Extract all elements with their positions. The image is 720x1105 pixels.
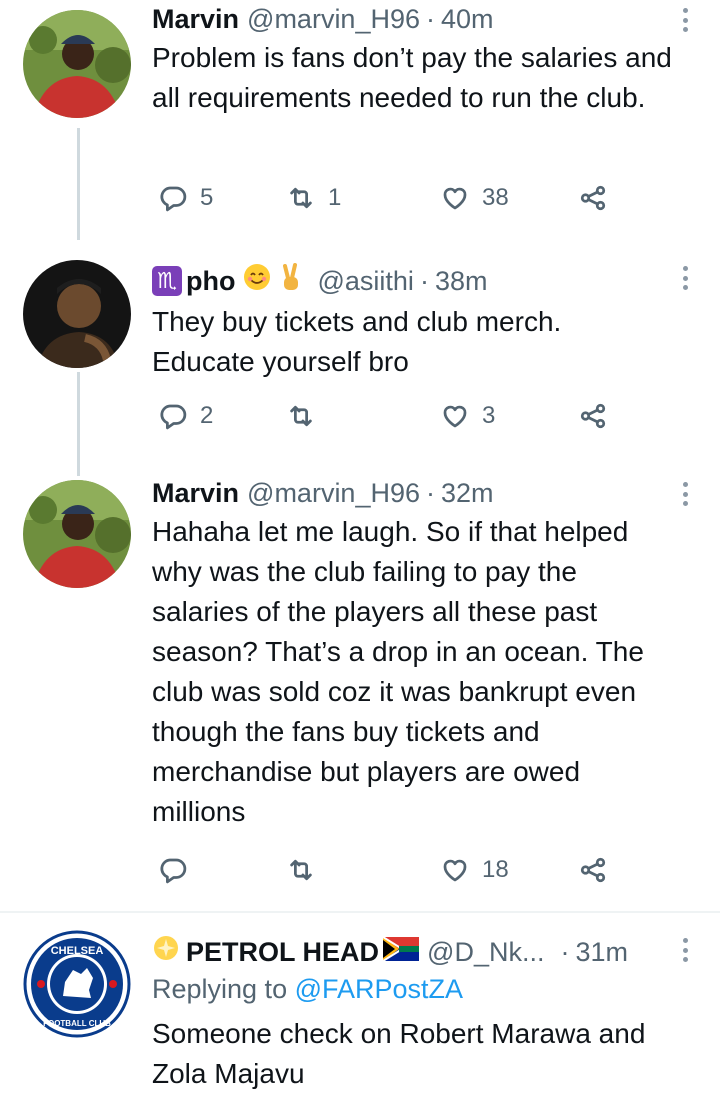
like-button[interactable]: 3 [440,398,495,434]
username[interactable]: @asiithi [317,264,413,298]
like-button[interactable]: 18 [440,852,509,888]
display-name[interactable]: Marvin [152,2,239,36]
tweet-text: Someone check on Robert Marawa and Zola … [152,1018,646,1089]
separator: · [560,937,570,967]
separator: · [419,266,429,296]
avatar[interactable] [23,10,131,118]
retweet-icon [290,405,312,427]
tweet[interactable]: CHELSEA FOOTBALL CLUB PETROL HEAD @D_Nk.… [0,920,720,1105]
reply-button[interactable] [158,852,200,888]
separator: · [426,4,435,34]
like-button[interactable]: 38 [440,180,509,216]
reply-icon [160,858,187,884]
timestamp[interactable]: 38m [435,264,488,298]
like-count: 3 [482,402,496,429]
like-icon [443,405,467,428]
victory-hand-icon [279,262,303,300]
like-icon [443,859,467,882]
like-count: 18 [482,856,509,883]
reply-button[interactable]: 5 [158,180,213,216]
avatar[interactable] [23,260,131,368]
like-icon [443,187,467,210]
more-icon[interactable] [682,8,688,32]
retweet-icon [290,859,312,881]
replying-to-link[interactable]: @FARPostZA [295,974,463,1004]
sparkle-icon [152,934,180,970]
reply-count: 2 [200,402,214,429]
share-button[interactable] [578,180,608,216]
reply-icon [160,186,187,212]
retweet-button[interactable] [286,852,328,888]
separator: · [426,478,435,508]
reply-button[interactable]: 2 [158,398,213,434]
tweet[interactable]: Marvin @marvin_H96 · 40m Problem is fans… [0,0,720,240]
south-africa-flag-icon [382,935,421,969]
retweet-icon [290,187,312,209]
like-count: 38 [482,184,509,211]
zodiac-symbol: ♏ [152,266,182,296]
svg-text:FOOTBALL CLUB: FOOTBALL CLUB [43,1019,111,1028]
username[interactable]: @marvin_H96 [247,2,420,36]
more-icon[interactable] [682,938,688,962]
retweet-button[interactable] [286,398,328,434]
timestamp[interactable]: 32m [441,476,494,510]
avatar[interactable] [23,480,131,588]
reply-count: 5 [200,184,214,211]
tweet[interactable]: Marvin @marvin_H96 · 32m Hahaha let me l… [0,476,720,906]
tweet-text: Problem is fans don’t pay the salaries a… [152,42,672,113]
timestamp[interactable]: 31m [575,935,628,969]
share-icon [580,403,606,429]
display-name[interactable]: pho [186,264,235,298]
more-icon[interactable] [682,482,688,506]
display-name[interactable]: Marvin [152,476,239,510]
more-icon[interactable] [682,266,688,290]
timestamp[interactable]: 40m [441,2,494,36]
smiling-face-icon [243,263,271,299]
tweet-text: They buy tickets and club merch. Educate… [152,306,562,377]
retweet-count: 1 [328,184,342,211]
replying-to-label: Replying to [152,974,288,1004]
reply-icon [160,404,187,430]
svg-text:CHELSEA: CHELSEA [51,945,104,957]
username[interactable]: @D_Nk... [427,935,544,969]
retweet-button[interactable]: 1 [286,180,341,216]
divider [0,911,720,913]
username[interactable]: @marvin_H96 [247,476,420,510]
share-icon [580,857,606,883]
chelsea-badge-avatar[interactable]: CHELSEA FOOTBALL CLUB [23,930,131,1038]
tweet[interactable]: ♏ pho @asiithi · 38m They buy tickets an… [0,244,720,464]
replying-to: Replying to @FARPostZA [152,970,680,1008]
share-icon [580,185,606,211]
display-name[interactable]: PETROL HEAD [186,935,379,969]
share-button[interactable] [578,852,608,888]
share-button[interactable] [578,398,608,434]
tweet-text: Hahaha let me laugh. So if that helped w… [152,516,644,827]
